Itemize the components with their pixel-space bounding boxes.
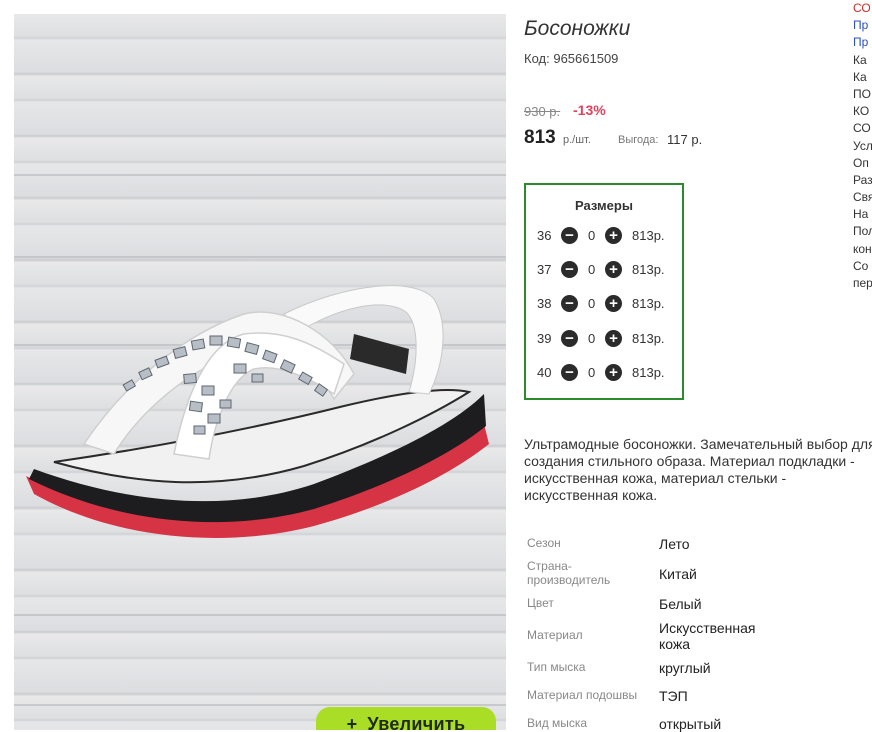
sidebar-link[interactable]: Ка bbox=[853, 52, 872, 69]
size-price: 813р. bbox=[632, 331, 665, 346]
plus-icon[interactable]: + bbox=[605, 295, 622, 312]
sidebar-link[interactable]: Со bbox=[853, 258, 872, 275]
size-price: 813р. bbox=[632, 296, 665, 311]
size-value: 38 bbox=[537, 296, 552, 311]
product-photo[interactable]: + Увеличить bbox=[14, 14, 506, 730]
profit-label: Выгода: bbox=[618, 134, 659, 146]
size-value: 40 bbox=[537, 365, 552, 380]
sidebar-link[interactable]: СО bbox=[853, 120, 872, 137]
sidebar-menu: СО Пр Пр Ка Ка ПО КО СО Усл Оп Раз Свя Н… bbox=[853, 0, 872, 292]
zoom-button[interactable]: + Увеличить bbox=[316, 707, 496, 730]
plus-icon[interactable]: + bbox=[605, 364, 622, 381]
product-title: Босоножки bbox=[524, 17, 631, 40]
size-price: 813р. bbox=[632, 228, 665, 243]
size-price: 813р. bbox=[632, 262, 665, 277]
size-row-39: 39 − 0 + 813р. bbox=[526, 328, 682, 350]
sizes-heading: Размеры bbox=[575, 198, 633, 213]
zoom-button-label: Увеличить bbox=[367, 714, 466, 730]
size-value: 39 bbox=[537, 331, 552, 346]
product-description: Ультрамодные босоножки. Замечательный вы… bbox=[524, 436, 872, 503]
old-price: 930 р. bbox=[524, 104, 561, 119]
size-value: 37 bbox=[537, 262, 552, 277]
sidebar-link[interactable]: Пол bbox=[853, 223, 872, 240]
size-price: 813р. bbox=[632, 365, 665, 380]
price-unit: р./шт. bbox=[563, 134, 591, 146]
minus-icon[interactable]: − bbox=[561, 330, 578, 347]
product-code-value: 965661509 bbox=[553, 51, 619, 66]
sidebar-link[interactable]: СО bbox=[853, 0, 872, 17]
sidebar-link[interactable]: пер bbox=[853, 275, 872, 292]
spec-value: круглый bbox=[659, 660, 711, 676]
spec-key: Цвет bbox=[527, 596, 554, 610]
size-row-38: 38 − 0 + 813р. bbox=[526, 293, 682, 315]
size-quantity: 0 bbox=[588, 262, 596, 277]
size-quantity: 0 bbox=[588, 331, 596, 346]
spec-key: Страна-производитель bbox=[527, 559, 611, 587]
spec-value: Искусственная кожа bbox=[659, 620, 756, 652]
size-row-40: 40 − 0 + 813р. bbox=[526, 362, 682, 384]
minus-icon[interactable]: − bbox=[561, 295, 578, 312]
size-value: 36 bbox=[537, 228, 552, 243]
sidebar-link[interactable]: На bbox=[853, 206, 872, 223]
product-code-label: Код: bbox=[524, 51, 550, 66]
spec-key: Вид мыска bbox=[527, 716, 588, 730]
product-code: Код: 965661509 bbox=[524, 51, 618, 66]
size-quantity: 0 bbox=[588, 296, 596, 311]
minus-icon[interactable]: − bbox=[561, 227, 578, 244]
discount-badge: -13% bbox=[573, 102, 606, 118]
spec-value: Китай bbox=[659, 566, 697, 582]
size-row-37: 37 − 0 + 813р. bbox=[526, 259, 682, 281]
spec-value: Лето bbox=[659, 536, 690, 552]
sidebar-link[interactable]: Раз bbox=[853, 172, 872, 189]
spec-value: ТЭП bbox=[659, 688, 688, 704]
minus-icon[interactable]: − bbox=[561, 261, 578, 278]
profit-value: 117 р. bbox=[667, 132, 703, 147]
sidebar-link[interactable]: Пр bbox=[853, 34, 872, 51]
sidebar-link[interactable]: Ка bbox=[853, 69, 872, 86]
plus-icon: + bbox=[346, 714, 358, 730]
minus-icon[interactable]: − bbox=[561, 364, 578, 381]
plus-icon[interactable]: + bbox=[605, 330, 622, 347]
spec-key: Материал bbox=[527, 628, 583, 642]
sidebar-link[interactable]: кон bbox=[853, 241, 872, 258]
spec-key: Материал подошвы bbox=[527, 688, 638, 702]
sidebar-link[interactable]: ПО bbox=[853, 86, 872, 103]
sandal-illustration bbox=[26, 285, 489, 538]
spec-value: Белый bbox=[659, 596, 702, 612]
sidebar-link[interactable]: Свя bbox=[853, 189, 872, 206]
spec-key: Тип мыска bbox=[527, 660, 586, 674]
sidebar-link[interactable]: Оп bbox=[853, 155, 872, 172]
current-price: 813 bbox=[524, 127, 556, 148]
sidebar-link[interactable]: Пр bbox=[853, 17, 872, 34]
sidebar-link[interactable]: КО bbox=[853, 103, 872, 120]
sidebar-link[interactable]: Усл bbox=[853, 138, 872, 155]
size-selector: Размеры 36 − 0 + 813р. 37 − 0 + 813р. 38… bbox=[524, 183, 684, 400]
size-quantity: 0 bbox=[588, 365, 596, 380]
plus-icon[interactable]: + bbox=[605, 227, 622, 244]
plus-icon[interactable]: + bbox=[605, 261, 622, 278]
size-row-36: 36 − 0 + 813р. bbox=[526, 225, 682, 247]
spec-key: Сезон bbox=[527, 536, 561, 550]
size-quantity: 0 bbox=[588, 228, 596, 243]
